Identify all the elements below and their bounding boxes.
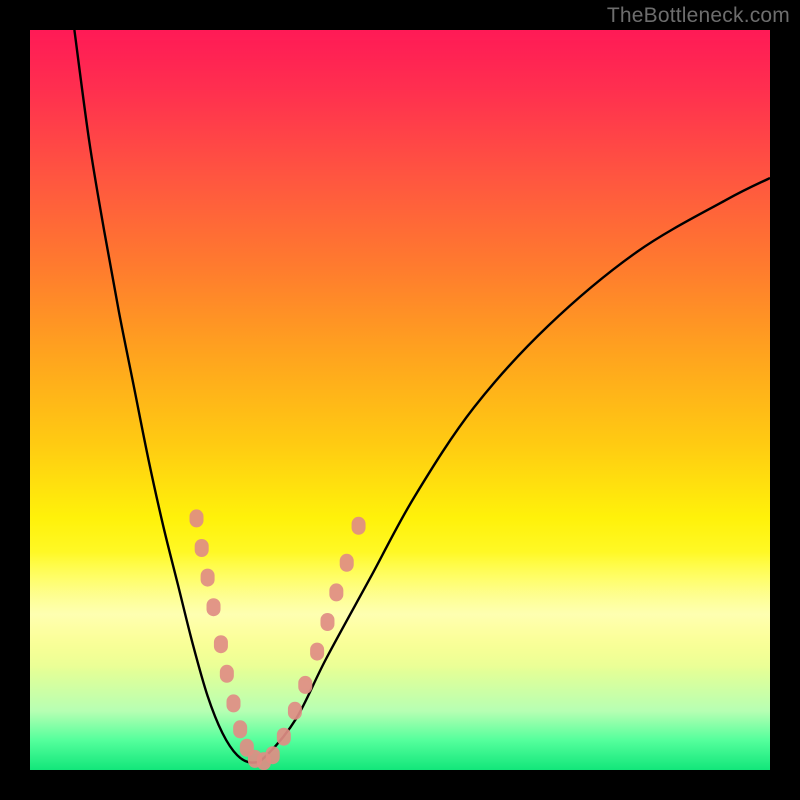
marker-point bbox=[320, 613, 334, 631]
plot-area bbox=[30, 30, 770, 770]
marker-point bbox=[233, 720, 247, 738]
marker-point bbox=[298, 676, 312, 694]
marker-point bbox=[329, 583, 343, 601]
marker-point bbox=[214, 635, 228, 653]
bottleneck-curve bbox=[74, 30, 770, 763]
marker-point bbox=[277, 728, 291, 746]
curve-svg bbox=[30, 30, 770, 770]
marker-point bbox=[220, 665, 234, 683]
marker-point bbox=[207, 598, 221, 616]
marker-point bbox=[340, 554, 354, 572]
marker-point bbox=[266, 746, 280, 764]
marker-point bbox=[227, 694, 241, 712]
marker-point bbox=[190, 509, 204, 527]
marker-point bbox=[201, 569, 215, 587]
marker-point bbox=[195, 539, 209, 557]
curve-markers bbox=[190, 509, 366, 770]
marker-point bbox=[352, 517, 366, 535]
watermark-text: TheBottleneck.com bbox=[607, 4, 790, 28]
chart-frame: TheBottleneck.com bbox=[0, 0, 800, 800]
marker-point bbox=[288, 702, 302, 720]
marker-point bbox=[310, 643, 324, 661]
